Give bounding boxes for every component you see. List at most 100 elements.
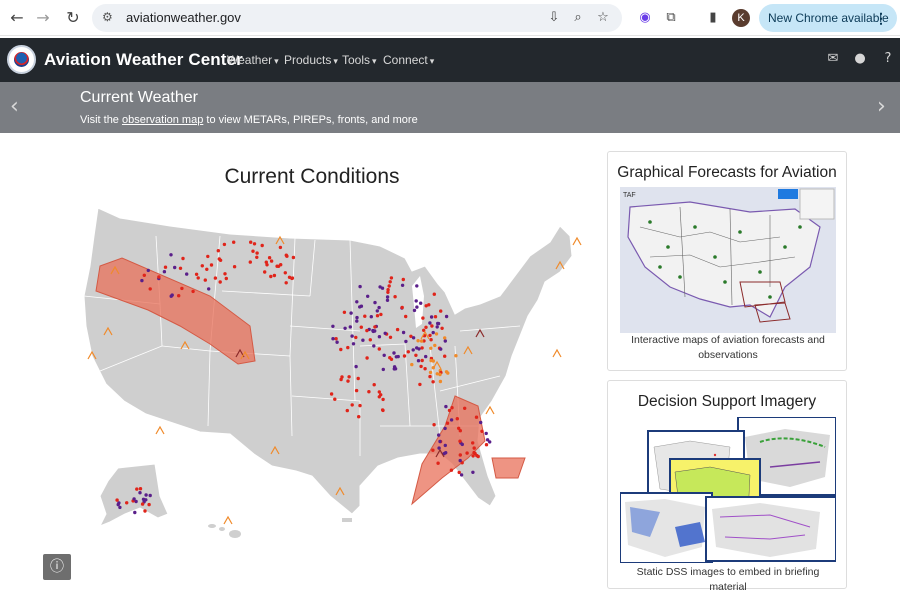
observation-dot[interactable] [458,429,462,433]
observation-dot[interactable] [416,359,421,363]
observation-dot[interactable] [415,305,419,309]
observation-dot[interactable] [203,278,207,282]
observation-dot[interactable] [345,408,349,413]
zoom-icon[interactable]: ⌕ [570,10,586,26]
observation-dot[interactable] [260,243,264,248]
observation-dot[interactable] [402,354,407,358]
observation-dot[interactable] [346,379,350,383]
observation-dot[interactable] [206,254,210,259]
observation-dot[interactable] [411,336,416,340]
address-bar[interactable]: ⚙ aviationweather.gov ⇩ ⌕ ☆ [92,4,622,32]
observation-dot[interactable] [394,355,398,359]
observation-dot[interactable] [382,353,386,357]
observation-dot[interactable] [428,370,433,375]
observation-dot[interactable] [472,446,476,450]
observation-dot[interactable] [144,498,148,502]
extension-icon[interactable]: ◉ [636,9,654,27]
observation-dot[interactable] [457,470,461,475]
observation-dot[interactable] [207,287,211,291]
observation-dot[interactable] [138,491,142,495]
observation-dot[interactable] [465,451,469,455]
observation-dot[interactable] [223,272,227,276]
observation-dot[interactable] [419,364,423,369]
turbulence-chevron-icon[interactable] [155,425,165,435]
observation-dot[interactable] [433,343,437,348]
observation-dot[interactable] [361,338,365,342]
observation-dot[interactable] [373,329,377,333]
observation-dot[interactable] [355,319,359,323]
observation-dot[interactable] [443,336,447,340]
observation-dot[interactable] [476,454,480,459]
observation-dot[interactable] [386,288,390,292]
observation-dot[interactable] [146,268,150,273]
observation-dot[interactable] [343,326,347,330]
observation-dot[interactable] [458,453,462,457]
observation-dot[interactable] [439,347,443,351]
observation-dot[interactable] [142,273,146,277]
observation-dot[interactable] [205,267,209,271]
observation-dot[interactable] [474,415,479,419]
observation-dot[interactable] [354,335,358,340]
observation-dot[interactable] [383,331,387,335]
observation-dot[interactable] [400,283,405,287]
observation-dot[interactable] [385,295,390,299]
observation-dot[interactable] [431,330,435,335]
card-title[interactable]: Graphical Forecasts for Aviation [608,164,846,182]
gfa-thumbnail[interactable]: TAF [620,187,836,333]
observation-dot[interactable] [255,251,259,255]
observation-dot[interactable] [366,294,370,298]
observation-dot[interactable] [438,379,443,384]
observation-dot[interactable] [358,284,362,289]
observation-dot[interactable] [414,353,418,357]
observation-dot[interactable] [418,382,422,387]
observation-dot[interactable] [115,498,119,502]
observation-dot[interactable] [263,270,267,274]
observation-dot[interactable] [177,294,181,298]
observation-dot[interactable] [331,324,335,328]
observation-dot[interactable] [132,497,136,501]
observation-dot[interactable] [372,344,376,348]
observation-dot[interactable] [354,388,359,393]
observation-dot[interactable] [375,314,380,318]
observation-dot[interactable] [329,392,334,396]
observation-dot[interactable] [358,403,362,408]
observation-dot[interactable] [339,377,343,382]
side-panel-icon[interactable]: ▮ [704,9,722,27]
observation-dot[interactable] [488,440,492,444]
observation-dot[interactable] [443,426,447,431]
observation-dot[interactable] [446,371,450,375]
observation-dot[interactable] [411,348,415,352]
observation-dot[interactable] [255,255,259,259]
observation-dot[interactable] [380,286,385,290]
observation-dot[interactable] [431,380,435,384]
envelope-icon[interactable]: ✉ [825,51,841,66]
noaa-logo[interactable] [7,45,36,74]
observation-dot[interactable] [354,364,358,369]
site-title[interactable]: Aviation Weather Center [44,50,243,70]
observation-dot[interactable] [404,339,408,344]
card-graphical-forecasts[interactable]: Graphical Forecasts for Aviation TAF Int… [607,151,847,371]
observation-dot[interactable] [449,418,454,422]
observation-dot[interactable] [410,362,414,367]
observation-dot[interactable] [232,265,237,269]
observation-dot[interactable] [218,258,223,262]
observation-dot[interactable] [351,342,356,346]
observation-dot[interactable] [447,408,452,413]
observation-dot[interactable] [373,325,377,329]
observation-dot[interactable] [432,423,436,427]
puzzle-icon[interactable]: ⧉ [662,9,680,27]
observation-dot[interactable] [412,308,417,313]
carousel-prev-icon[interactable]: ‹ [10,94,19,119]
observation-dot[interactable] [435,325,439,329]
observation-dot[interactable] [401,330,406,335]
observation-dot[interactable] [437,446,441,450]
observation-dot[interactable] [191,289,195,294]
observation-dot[interactable] [434,332,439,336]
observation-dot[interactable] [357,415,361,419]
observation-dot[interactable] [269,259,274,263]
observation-dot[interactable] [428,321,432,325]
observation-dot[interactable] [157,275,161,279]
observation-dot[interactable] [284,253,288,257]
observation-dot[interactable] [140,502,145,506]
observation-dot[interactable] [290,276,294,281]
